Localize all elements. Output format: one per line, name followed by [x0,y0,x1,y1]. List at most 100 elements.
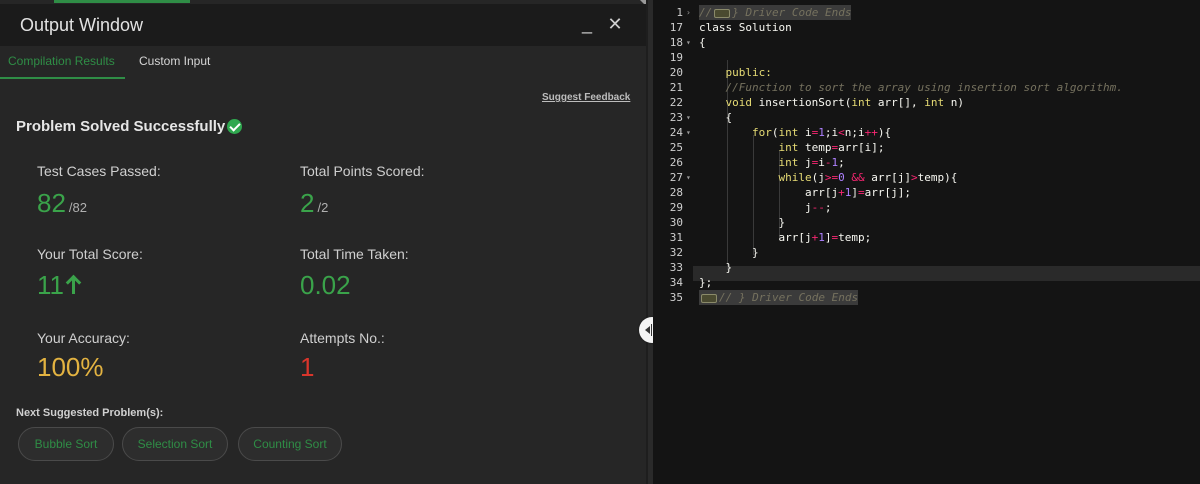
fold-toggle-icon[interactable]: ▾ [686,125,694,140]
code-token: ] [851,186,858,199]
fold-toggle-icon[interactable]: ▾ [686,170,694,185]
fold-toggle-icon[interactable]: › [686,5,694,20]
tab-compilation-results[interactable]: Compilation Results [8,54,115,68]
code-token: { [699,111,733,124]
code-line[interactable]: 22 void insertionSort(int arr[], int n) [653,95,1200,110]
code-line[interactable]: 27 ▾ while(j>=0 && arr[j]>temp){ [653,170,1200,185]
code-line[interactable]: 1 › //} Driver Code Ends [653,5,1200,20]
code-line[interactable]: 21 //Function to sort the array using in… [653,80,1200,95]
code-line[interactable]: 24 ▾ for(int i=1;i<n;i++){ [653,125,1200,140]
code-text: { [699,110,732,125]
code-line[interactable]: 26 int j=i-1; [653,155,1200,170]
code-line[interactable]: 35 // } Driver Code Ends [653,290,1200,305]
code-line[interactable]: 30 } [653,215,1200,230]
points-value: 2/2 [300,188,328,219]
top-accent-bar [54,0,190,3]
line-number: 23 [669,111,683,124]
suggestion-bubble-sort[interactable]: Bubble Sort [18,427,114,461]
suggestion-selection-sort[interactable]: Selection Sort [122,427,228,461]
code-token: temp){ [917,171,958,184]
code-line[interactable]: 29 j--; [653,200,1200,215]
close-icon[interactable]: ✕ [602,11,628,37]
code-token: temp; [838,231,872,244]
code-line[interactable]: 33 } [653,260,1200,275]
line-number: 21 [669,81,683,94]
minimize-icon[interactable]: _ [574,11,600,37]
line-number: 26 [669,156,683,169]
next-suggested-label: Next Suggested Problem(s): [16,407,164,419]
code-token: j [798,156,812,169]
code-token: -- [811,201,825,214]
total-score-label: Your Total Score: [37,246,143,262]
code-token: arr[j] [864,171,911,184]
code-line[interactable]: 25 int temp=arr[i]; [653,140,1200,155]
active-tab-indicator [0,77,125,79]
code-token: { [699,36,706,49]
accuracy-value: 100% [37,352,104,382]
code-text: void insertionSort(int arr[], int n) [699,95,964,110]
test-cases-passed: 82 [37,188,66,218]
attempts-value: 1 [300,352,315,382]
code-text: int j=i-1; [699,155,844,170]
output-window: Output Window _ ✕ Compilation Results Cu… [0,0,646,484]
arrow-up-icon [67,274,81,294]
code-line[interactable]: 18 ▾ { [653,35,1200,50]
fold-toggle-icon[interactable]: ▾ [686,110,694,125]
line-number: 34 [669,276,683,289]
code-line[interactable]: 31 arr[j+1]=temp; [653,230,1200,245]
test-cases-total: /82 [68,200,87,215]
folded-code-icon [701,293,717,303]
fold-toggle-icon[interactable]: ▾ [686,35,694,50]
code-token: ++ [864,126,878,139]
code-text: } [699,260,732,275]
code-line[interactable]: 17 class Solution [653,20,1200,35]
line-number: 1 [676,6,683,19]
code-line[interactable]: 19 [653,50,1200,65]
points-scored: 2 [300,188,315,218]
code-text: int temp=arr[i]; [699,140,884,155]
line-number: 22 [669,96,683,109]
attempts-label: Attempts No.: [300,330,385,346]
code-text: arr[j+1]=temp; [699,230,871,245]
code-token: 1 [818,126,825,139]
output-window-titlebar: Output Window _ ✕ [0,4,646,46]
code-line[interactable]: 32 } [653,245,1200,260]
code-text: j--; [699,200,832,215]
accuracy-label: Your Accuracy: [37,330,130,346]
code-token: int [778,141,799,154]
total-score-value: 11 [37,270,81,301]
code-token: } [699,261,733,274]
code-token: n;i [844,126,865,139]
time-taken-label: Total Time Taken: [300,246,409,262]
suggestion-counting-sort[interactable]: Counting Sort [238,427,342,461]
line-number: 29 [669,201,683,214]
line-number: 17 [669,21,683,34]
code-editor[interactable]: 1 ›//} Driver Code Ends 17 class Solution 18… [653,0,1200,484]
code-token: //Function to sort the array using inser… [725,81,1123,94]
code-token: // [699,6,713,19]
code-text: arr[j+1]=arr[j]; [699,185,911,200]
code-token: ; [824,201,832,214]
code-line[interactable]: 20 public: [653,65,1200,80]
test-cases-value: 82/82 [37,188,87,219]
suggest-feedback-link[interactable]: Suggest Feedback [542,92,630,103]
result-tabs: Compilation Results Custom Input [0,46,646,80]
code-text: while(j>=0 && arr[j]>temp){ [699,170,957,185]
folded-code-icon [714,8,731,18]
code-line[interactable]: 23 ▾ { [653,110,1200,125]
tab-custom-input[interactable]: Custom Input [139,54,210,68]
code-token: int [851,96,872,109]
code-line[interactable]: 28 arr[j+1]=arr[j]; [653,185,1200,200]
code-token: void [725,96,753,109]
code-token: > [910,171,918,184]
code-text: } [699,245,759,260]
code-line[interactable]: 34}; [653,275,1200,290]
code-token: int [924,96,945,109]
code-token: arr[i]; [838,141,885,154]
code-token: int [778,156,799,169]
